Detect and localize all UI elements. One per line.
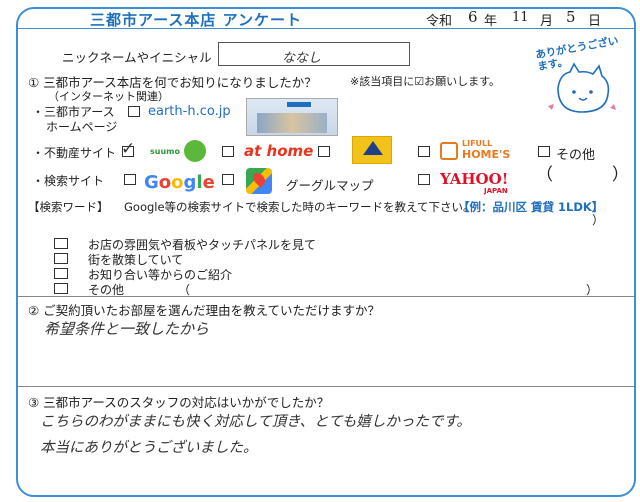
offline-other-field[interactable] [190,280,584,294]
homes-logo: HOME'S [462,148,511,161]
other-site-paren-close: ） [612,165,629,185]
homepage-label-2: ホームページ [46,120,118,134]
offline-checkbox-referral[interactable] [54,268,68,279]
other-site-paren-open: （ [536,165,553,185]
homes-logo-top: LIFULL [462,139,493,148]
suumo-mascot-icon [184,140,206,162]
date-day-unit: 日 [588,14,602,29]
date-day: 5 [566,8,576,26]
realestate-label: ・不動産サイト [32,146,117,160]
offline-checkbox-other[interactable] [54,283,68,294]
googlemap-pin-icon [246,168,272,194]
q1-sub: （インターネット関連） [48,90,169,103]
homepage-checkbox[interactable] [128,106,140,117]
google-logo: Google [144,172,215,193]
date-year: 6 [468,8,478,26]
other-site-checkbox[interactable] [538,146,550,157]
q2-answer: 希望条件と一致したから [44,320,210,338]
keyword-label: 【検索ワード】 [28,200,109,214]
q2-question: ② ご契約頂いたお部屋を選んだ理由を教えていただけますか？ [28,303,381,318]
keyword-field[interactable] [120,208,596,224]
googlemap-label: グーグルマップ [286,178,374,193]
nickname-label: ニックネームやイニシャル [62,50,212,65]
athome-checkbox[interactable] [222,146,234,157]
q1-note: ※該当項目に☑お願いします。 [350,75,500,88]
homemate-checkbox[interactable] [318,146,330,157]
yahoo-logo: YAHOO! [440,170,509,188]
googlemap-checkbox[interactable] [222,174,234,185]
yahoo-logo-sub: JAPAN [484,187,508,195]
athome-logo: at home [244,142,314,160]
nickname-value: ななし [282,51,322,66]
date-year-unit: 年 [484,14,498,29]
homes-house-icon [440,142,458,160]
q3-question: ③ 三都市アースのスタッフの対応はいかがでしたか？ [28,395,330,410]
keyword-paren-close: ） [592,213,605,227]
homes-checkbox[interactable] [418,146,430,157]
offline-checkbox-walk[interactable] [54,253,68,264]
divider-q3 [18,386,634,387]
suumo-checkmark-icon: ✓ [121,139,136,159]
q3-answer-line-2: 本当にありがとうございました。 [40,440,258,456]
suumo-logo: suumo [150,147,180,156]
date-month-unit: 月 [540,14,554,29]
other-site-label: その他 [556,148,596,163]
date-month: 11 [512,10,529,25]
homepage-screenshot-icon [246,98,338,136]
date-era: 令和 [426,14,453,29]
offline-checkbox-sign[interactable] [54,238,68,249]
homepage-url: earth-h.co.jp [148,104,231,119]
thank-you-sticker: ありがとうございます。 [535,35,624,126]
yahoo-checkbox[interactable] [418,174,430,185]
search-site-label: ・検索サイト [32,174,105,188]
survey-title: 三都市アース本店 アンケート [90,11,302,29]
google-checkbox[interactable] [124,174,136,185]
divider-q2 [18,296,634,297]
q3-answer-line-1: こちらのわがままにも快く対応して頂き、とても嬉しかったです。 [40,414,471,430]
homemate-logo-icon [352,136,392,164]
